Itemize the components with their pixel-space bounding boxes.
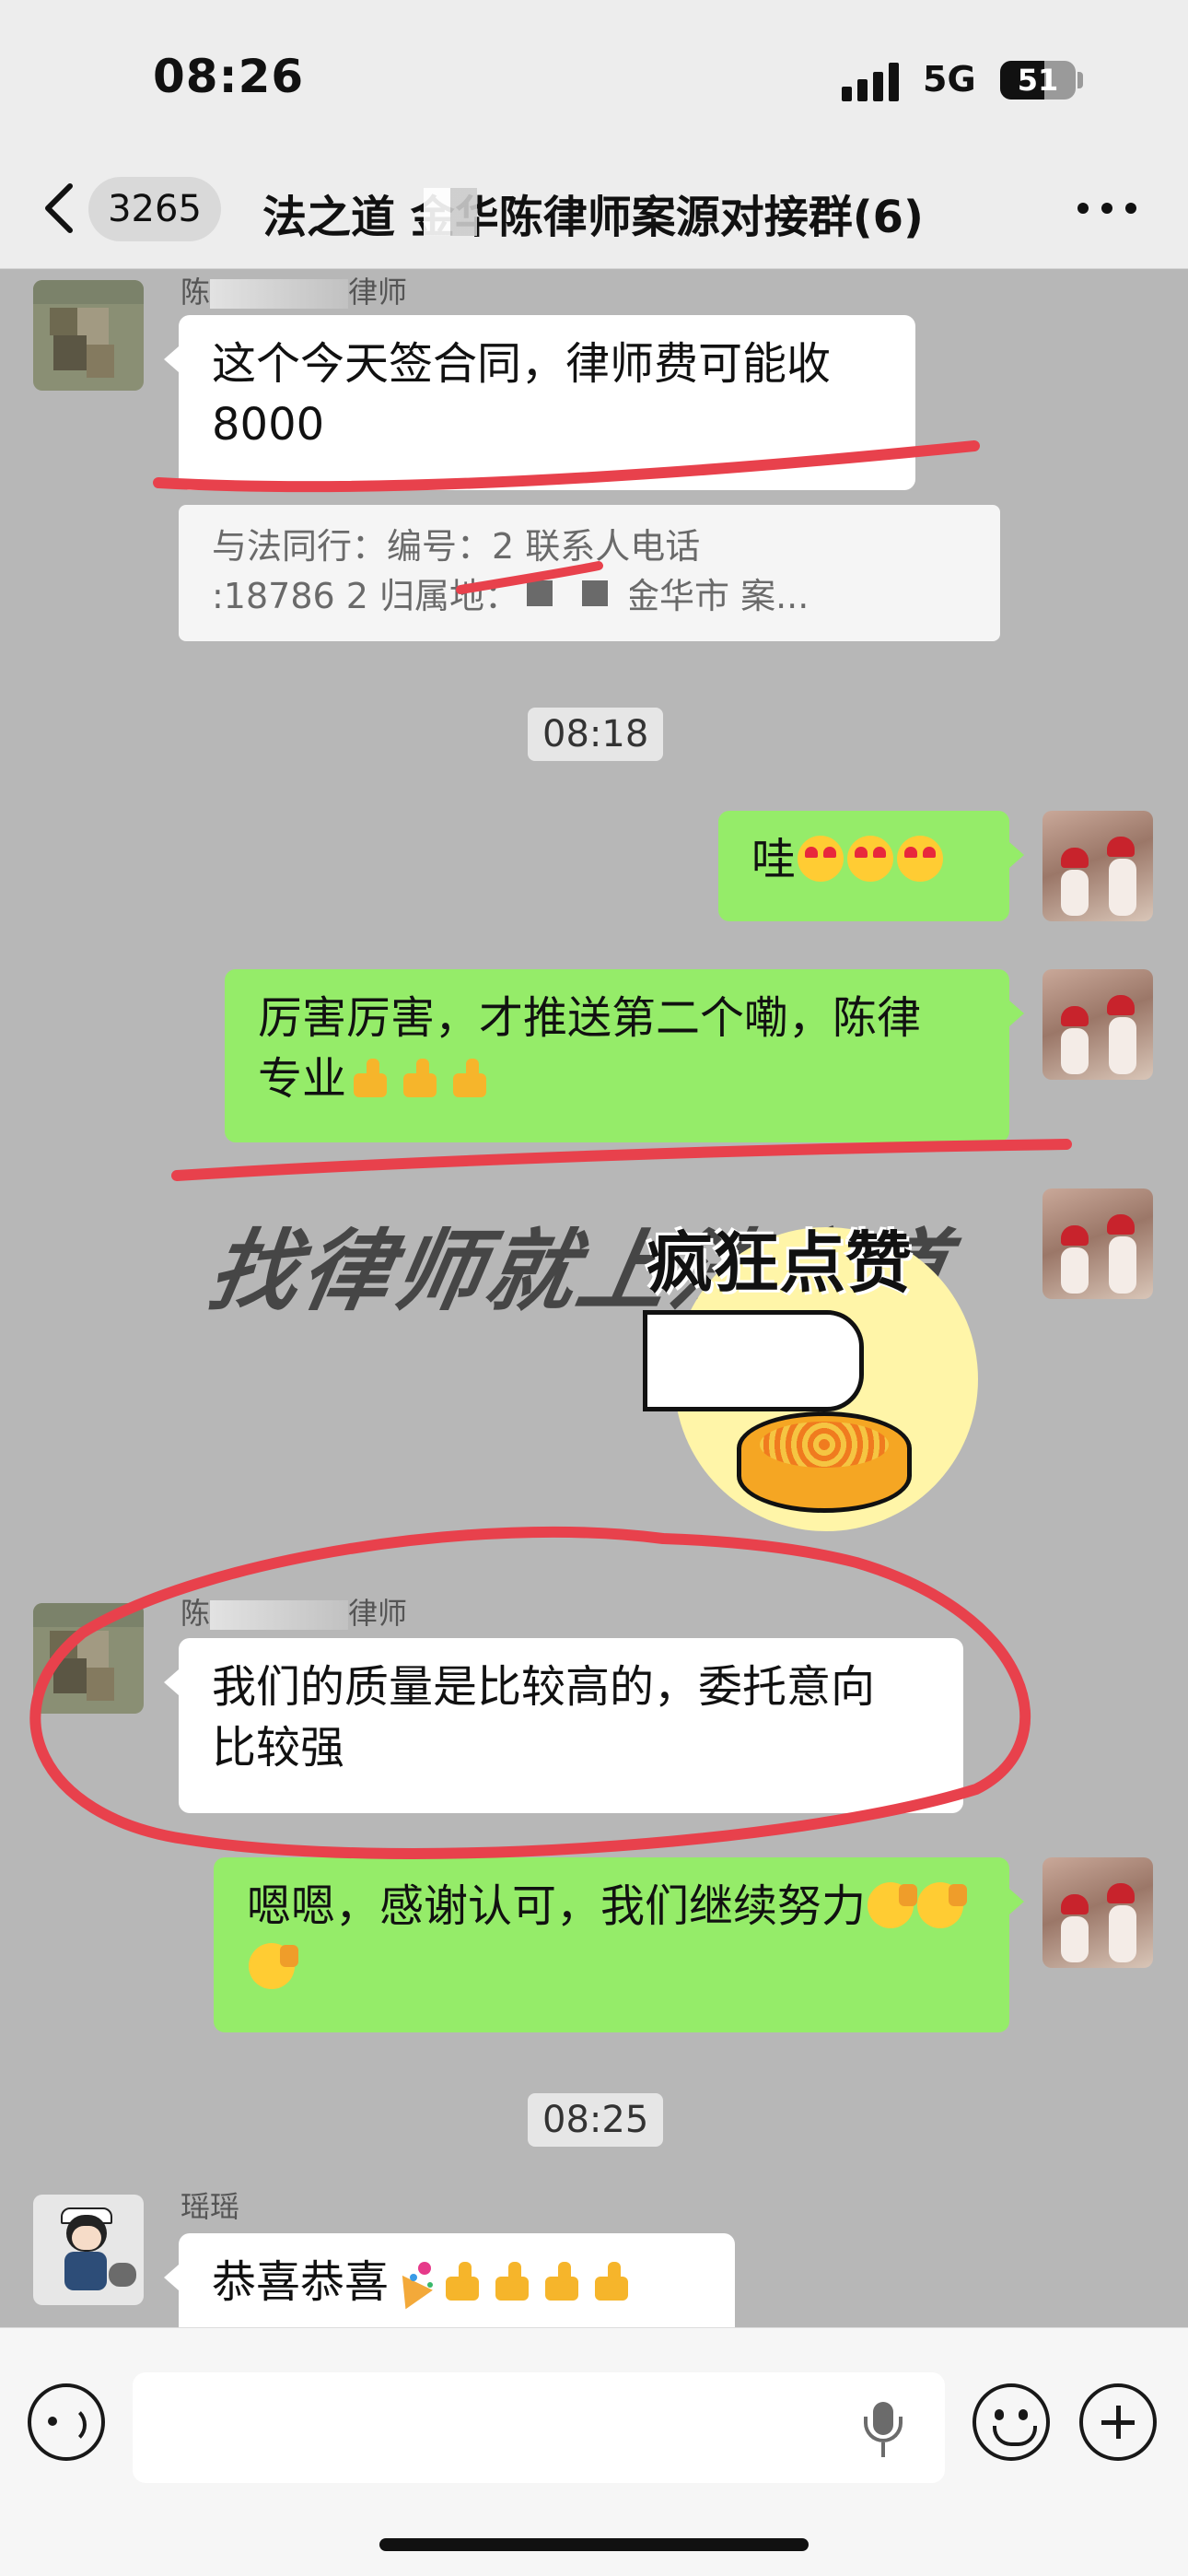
sender-name-suffix: 律师 — [348, 1596, 408, 1631]
thumbs-up-emoji — [540, 2258, 586, 2304]
thumbs-up-emoji — [348, 1055, 394, 1101]
quoted-message-card[interactable]: 与法同行：编号：2 联系人电话 :18786 2 归属地：浙江省金华市 案... — [179, 505, 1000, 641]
thumbs-up-emoji — [440, 2258, 486, 2304]
heart-eyes-emoji — [798, 836, 844, 882]
chat-message-list[interactable]: 陈律师 这个今天签合同，律师费可能收 8000 与法同行：编号：2 联系人电话 … — [0, 269, 1188, 2327]
name-redaction — [210, 279, 349, 309]
thumbs-up-emoji — [490, 2258, 536, 2304]
title-redaction — [424, 188, 477, 236]
saluting-face-emoji — [917, 1882, 968, 1928]
sender-name-prefix: 陈 — [181, 1596, 211, 1631]
chat-title: 法之道 金华陈律师案源对接群(6) — [262, 192, 924, 243]
message-text: 哇 — [751, 834, 797, 885]
timestamp-divider: 08:18 — [528, 708, 664, 761]
message-bubble-incoming[interactable]: 我们的质量是比较高的，委托意向 比较强 — [164, 1638, 963, 1813]
quote-line-1: 与法同行：编号：2 联系人电话 — [212, 526, 701, 567]
my-avatar[interactable] — [1042, 811, 1153, 921]
battery-level: 51 — [1017, 63, 1059, 98]
message-bubble-outgoing[interactable]: 嗯嗯，感谢认可，我们继续努力 — [214, 1857, 1024, 2032]
sticker-hand-graphic — [643, 1310, 864, 1411]
battery-icon: 51 — [1000, 61, 1076, 100]
signal-icon — [842, 63, 903, 101]
my-avatar[interactable] — [1042, 969, 1153, 1080]
status-time: 08:26 — [153, 50, 305, 103]
my-avatar[interactable] — [1042, 1857, 1153, 1968]
home-indicator[interactable] — [379, 2538, 809, 2551]
thumbs-up-emoji — [448, 1055, 494, 1101]
plus-icon[interactable] — [1079, 2383, 1157, 2461]
party-popper-emoji — [390, 2258, 437, 2304]
thumbs-up-emoji — [398, 1055, 444, 1101]
my-avatar[interactable] — [1042, 1188, 1153, 1299]
emoji-icon[interactable] — [973, 2383, 1050, 2461]
battery-tip — [1077, 72, 1083, 88]
message-bubble-incoming[interactable]: 恭喜恭喜 — [164, 2233, 735, 2327]
annotation-underline — [171, 1139, 1072, 1181]
heart-eyes-emoji — [847, 836, 894, 882]
sender-name: 瑶瑶 — [181, 2189, 240, 2224]
sender-avatar[interactable] — [33, 280, 144, 391]
timestamp-divider: 08:25 — [528, 2093, 664, 2147]
mic-icon[interactable] — [862, 2402, 906, 2459]
sticker-drum-graphic — [737, 1411, 912, 1513]
input-bar — [0, 2327, 1188, 2576]
thumbs-up-emoji — [589, 2258, 635, 2304]
back-icon[interactable] — [41, 181, 77, 236]
sticker-message[interactable]: 找律师就上法之道 疯狂点赞 — [202, 1181, 995, 1550]
sender-avatar[interactable] — [33, 2195, 144, 2305]
name-redaction — [210, 1600, 349, 1630]
sticker-caption: 疯狂点赞 — [646, 1224, 913, 1302]
sender-name: 陈 律师 — [181, 1590, 407, 1633]
saluting-face-emoji — [249, 1943, 298, 1989]
unread-count-badge[interactable]: 3265 — [88, 177, 221, 241]
message-text: 恭喜恭喜 — [212, 2256, 390, 2308]
more-icon[interactable] — [1077, 203, 1136, 216]
network-type: 5G — [923, 59, 976, 100]
message-bubble-incoming[interactable]: 这个今天签合同，律师费可能收 8000 — [164, 315, 915, 490]
message-bubble-outgoing[interactable]: 哇 — [718, 811, 1024, 921]
sender-name-suffix: 律师 — [348, 275, 408, 310]
saluting-face-emoji — [868, 1882, 918, 1928]
voice-icon[interactable] — [28, 2383, 105, 2461]
sender-name: 陈 律师 — [181, 269, 407, 311]
phone-redaction — [501, 568, 630, 617]
heart-eyes-emoji — [897, 836, 944, 882]
sender-name-prefix: 陈 — [181, 275, 211, 310]
message-text: 嗯嗯，感谢认可，我们继续努力 — [247, 1880, 867, 1932]
message-input[interactable] — [133, 2372, 945, 2483]
message-bubble-outgoing[interactable]: 厉害厉害，才推送第二个嘞，陈律 专业 — [225, 969, 1024, 1142]
sender-avatar[interactable] — [33, 1603, 144, 1714]
top-bar: 08:26 5G 51 3265 法之道 金华陈律师案源对接群(6) — [0, 0, 1188, 269]
